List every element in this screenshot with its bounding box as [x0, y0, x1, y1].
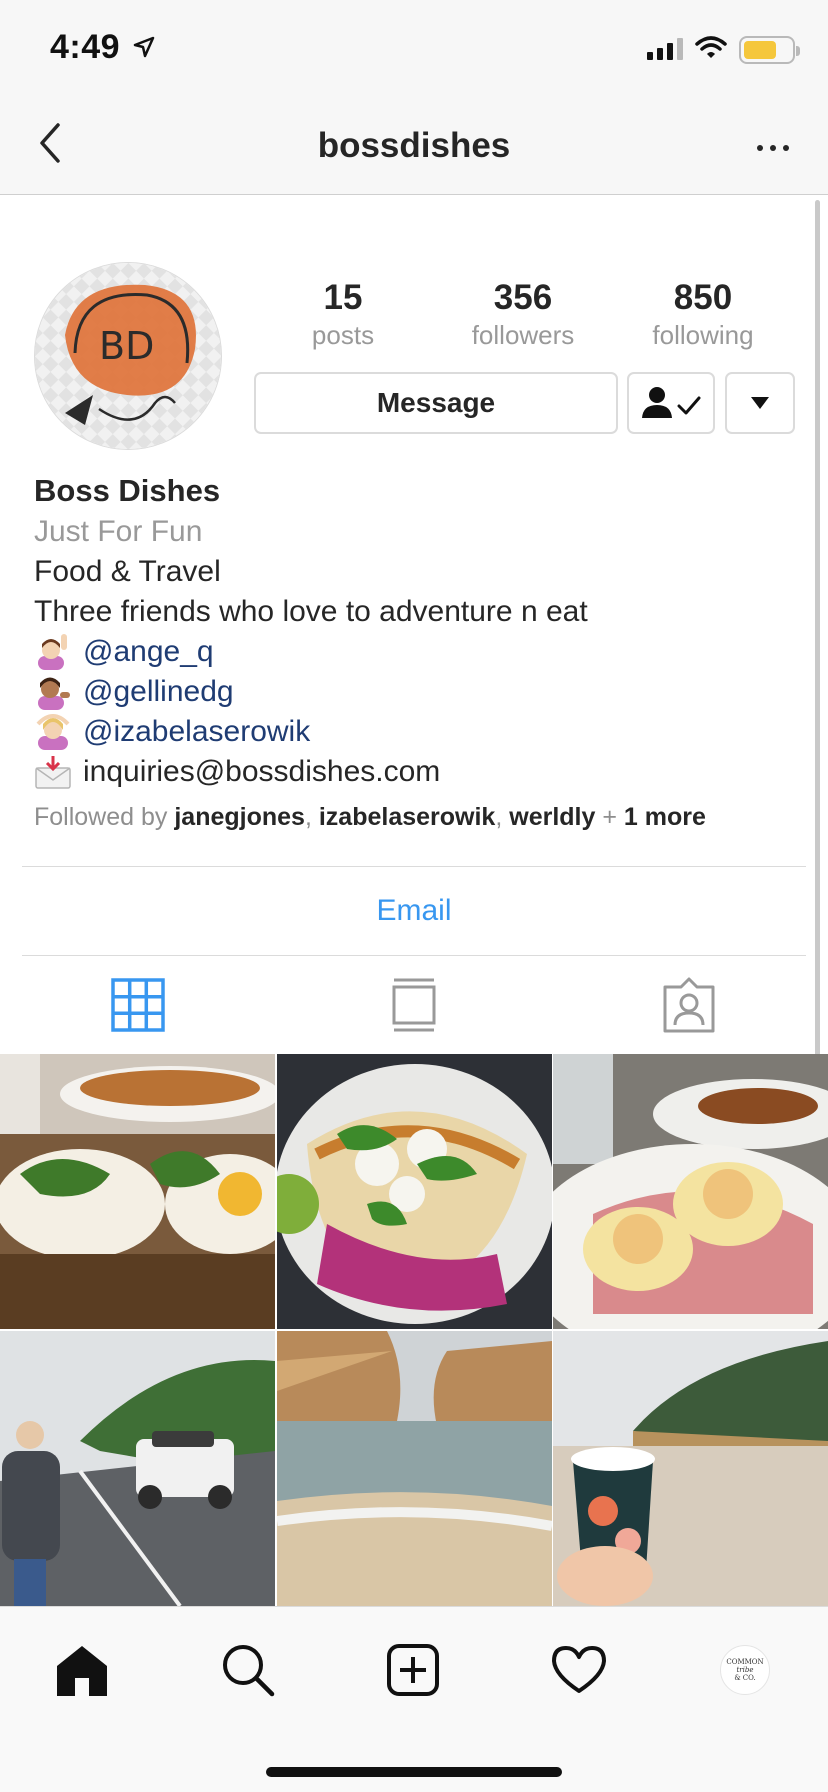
- bio-line-1: Food & Travel: [34, 555, 221, 588]
- email-row: inquiries@bossdishes.com: [34, 752, 814, 792]
- followed-by-prefix: Followed by: [34, 803, 168, 831]
- following-label: following: [652, 320, 754, 350]
- mention-row-2: @gellinedg: [34, 672, 814, 712]
- user-check-icon: [642, 387, 701, 418]
- grid-post-1[interactable]: [0, 1054, 275, 1329]
- profile-view-tabs: [0, 957, 828, 1053]
- followed-by-user-2[interactable]: izabelaserowik: [319, 803, 495, 831]
- location-arrow-icon: [133, 36, 155, 58]
- nav-bar: bossdishes: [0, 100, 828, 195]
- page-title: bossdishes: [317, 126, 511, 165]
- svg-text:BD: BD: [99, 324, 154, 368]
- profile-tab[interactable]: COMMON tribe & CO.: [714, 1639, 776, 1701]
- home-icon: [57, 1646, 107, 1696]
- grid-post-image: [553, 1331, 828, 1606]
- grid-post-image: [553, 1054, 828, 1329]
- tab-avatar-text-2: tribe: [736, 1666, 754, 1674]
- mention-row-1: @ange_q: [34, 632, 814, 672]
- activity-heart-icon: [552, 1646, 606, 1693]
- profile-category: Just For Fun: [34, 515, 203, 548]
- posts-grid: [0, 1054, 828, 1606]
- following-value: 850: [673, 278, 733, 317]
- tab-avatar-text-3: & CO.: [734, 1674, 756, 1682]
- grid-post-image: [277, 1054, 552, 1329]
- home-tab[interactable]: [51, 1639, 113, 1701]
- battery-icon: [739, 36, 800, 64]
- bottom-tab-bar: COMMON tribe & CO.: [0, 1606, 828, 1792]
- followed-by-more[interactable]: 1 more: [624, 803, 706, 831]
- battery-cap: [796, 46, 800, 56]
- following-count[interactable]: 850 following: [628, 276, 778, 350]
- followed-by-user-3[interactable]: werldly: [509, 803, 595, 831]
- grid-post-3[interactable]: [553, 1054, 828, 1329]
- following-status-button[interactable]: [627, 372, 715, 434]
- bio-email-text: inquiries@bossdishes.com: [83, 755, 441, 788]
- grid-post-2[interactable]: [277, 1054, 552, 1329]
- woman-raising-hand-emoji-icon: [38, 634, 67, 670]
- mention-link-ange[interactable]: @ange_q: [83, 632, 214, 672]
- more-options-button[interactable]: [748, 128, 798, 168]
- email-contact-button[interactable]: Email: [22, 867, 806, 955]
- more-dot: [783, 145, 789, 151]
- grid-post-6[interactable]: [553, 1331, 828, 1606]
- grid-post-4[interactable]: [0, 1331, 275, 1606]
- tab-avatar-text-1: COMMON: [726, 1658, 764, 1666]
- tagged-icon[interactable]: [661, 977, 717, 1033]
- woman-gesturing-ok-emoji-icon: [36, 714, 70, 750]
- avatar-logo-icon: BD: [35, 263, 221, 449]
- home-indicator[interactable]: [266, 1767, 562, 1777]
- envelope-arrow-emoji-icon: [35, 756, 71, 789]
- more-dot: [757, 145, 763, 151]
- caret-down-icon: [751, 397, 769, 409]
- posts-count: 15 posts: [268, 276, 418, 350]
- woman-tipping-hand-emoji-icon: [38, 677, 70, 710]
- followed-by-line[interactable]: Followed by janegjones, izabelaserowik, …: [34, 800, 814, 834]
- posts-value: 15: [323, 278, 363, 317]
- profile-name: Boss Dishes: [34, 473, 221, 508]
- profile-avatar-icon: COMMON tribe & CO.: [720, 1645, 770, 1695]
- add-post-icon: [387, 1644, 439, 1696]
- message-button[interactable]: Message: [254, 372, 618, 434]
- search-icon: [223, 1645, 275, 1697]
- grid-post-5[interactable]: [277, 1331, 552, 1606]
- search-tab[interactable]: [217, 1639, 279, 1701]
- status-time: 4:49: [50, 28, 121, 66]
- feed-icon[interactable]: [386, 977, 442, 1033]
- scrollbar[interactable]: [815, 200, 820, 1060]
- followed-by-user-1[interactable]: janegjones: [174, 803, 305, 831]
- grid-post-image: [0, 1331, 275, 1606]
- followers-count[interactable]: 356 followers: [448, 276, 598, 350]
- followers-value: 356: [493, 278, 553, 317]
- mention-link-gellinedg[interactable]: @gellinedg: [83, 672, 234, 712]
- add-post-tab[interactable]: [382, 1639, 444, 1701]
- activity-tab[interactable]: [548, 1639, 610, 1701]
- grid-icon[interactable]: [110, 977, 166, 1033]
- cellular-signal-icon: [647, 38, 683, 60]
- mention-row-3: @izabelaserowik: [34, 712, 814, 752]
- battery-level: [744, 41, 776, 59]
- profile-bio: Boss Dishes Just For Fun Food & Travel T…: [34, 470, 814, 834]
- bio-line-2: Three friends who love to adventure n ea…: [34, 595, 588, 628]
- divider: [22, 955, 806, 956]
- posts-label: posts: [311, 320, 375, 350]
- profile-avatar[interactable]: BD: [34, 262, 222, 450]
- suggested-dropdown-button[interactable]: [725, 372, 795, 434]
- more-dot: [770, 145, 776, 151]
- mention-link-izabelaserowik[interactable]: @izabelaserowik: [83, 712, 310, 752]
- wifi-icon: [695, 36, 727, 58]
- followers-label: followers: [471, 320, 575, 350]
- status-bar: 4:49: [0, 0, 828, 100]
- grid-post-image: [0, 1054, 275, 1329]
- grid-post-image: [277, 1331, 552, 1606]
